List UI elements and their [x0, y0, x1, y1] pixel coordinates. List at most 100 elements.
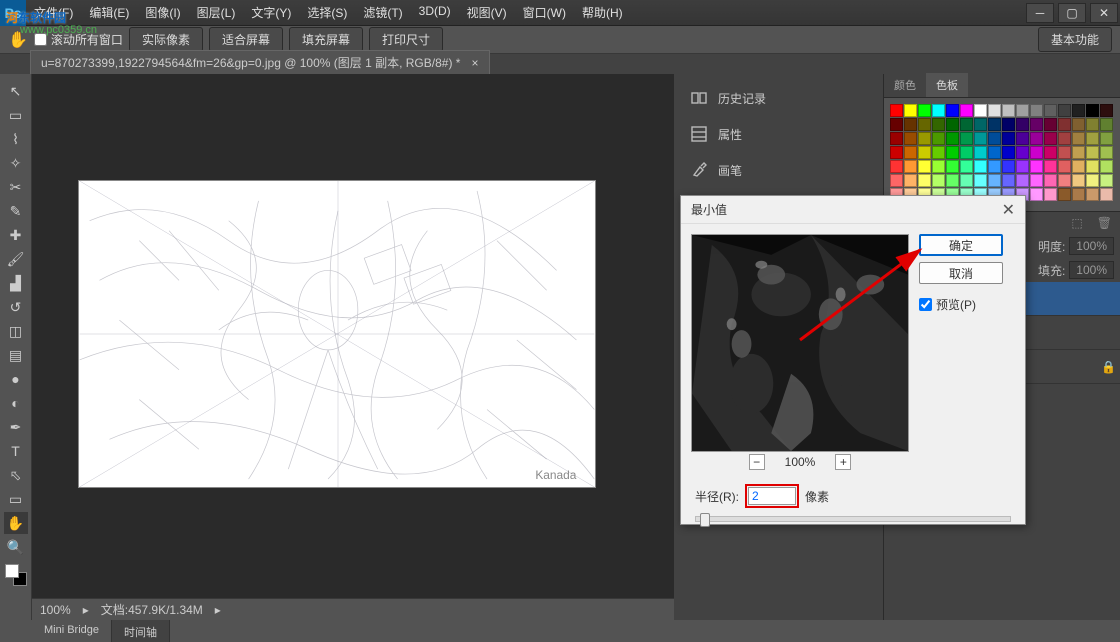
menu-image[interactable]: 图像(I) — [137, 0, 188, 26]
maximize-button[interactable]: ▢ — [1058, 3, 1086, 23]
swatch[interactable] — [1044, 132, 1057, 145]
document-canvas[interactable]: Kanada — [78, 180, 596, 488]
swatch[interactable] — [918, 174, 931, 187]
swatch[interactable] — [960, 104, 973, 117]
swatch[interactable] — [890, 174, 903, 187]
swatch[interactable] — [1058, 174, 1071, 187]
swatch[interactable] — [946, 160, 959, 173]
swatch[interactable] — [1044, 188, 1057, 201]
fill-value[interactable]: 100% — [1069, 261, 1114, 279]
swatch[interactable] — [1030, 104, 1043, 117]
swatch[interactable] — [1044, 104, 1057, 117]
swatch[interactable] — [1058, 188, 1071, 201]
swatch[interactable] — [918, 160, 931, 173]
swatch[interactable] — [932, 118, 945, 131]
swatch[interactable] — [974, 174, 987, 187]
swatch[interactable] — [1030, 188, 1043, 201]
swatch[interactable] — [1072, 146, 1085, 159]
swatch[interactable] — [988, 160, 1001, 173]
zoom-out-button[interactable]: − — [749, 454, 765, 470]
swatch[interactable] — [1030, 174, 1043, 187]
preview-checkbox[interactable]: 预览(P) — [919, 296, 1003, 313]
swatch[interactable] — [904, 104, 917, 117]
swatch[interactable] — [1072, 104, 1085, 117]
swatch[interactable] — [932, 104, 945, 117]
shape-tool[interactable]: ▭ — [4, 488, 28, 510]
swatch[interactable] — [1002, 118, 1015, 131]
swatch[interactable] — [946, 146, 959, 159]
swatch[interactable] — [904, 160, 917, 173]
history-brush-tool[interactable]: ↺ — [4, 296, 28, 318]
tab-timeline[interactable]: 时间轴 — [112, 620, 170, 642]
canvas-area[interactable]: Kanada 100% ▸ 文档:457.9K/1.34M ▸ — [32, 74, 674, 620]
close-button[interactable]: ✕ — [1090, 3, 1118, 23]
swatch[interactable] — [1030, 132, 1043, 145]
menu-window[interactable]: 窗口(W) — [515, 0, 574, 26]
swatch[interactable] — [1016, 146, 1029, 159]
swatch[interactable] — [1072, 132, 1085, 145]
marquee-tool[interactable]: ▭ — [4, 104, 28, 126]
filter-preview[interactable] — [691, 234, 909, 452]
swatch[interactable] — [1072, 118, 1085, 131]
swatch[interactable] — [932, 146, 945, 159]
hand-tool[interactable]: ✋ — [4, 512, 28, 534]
print-size-button[interactable]: 打印尺寸 — [369, 27, 443, 52]
swatch[interactable] — [960, 132, 973, 145]
swatch[interactable] — [960, 146, 973, 159]
swatch[interactable] — [974, 104, 987, 117]
tab-mini-bridge[interactable]: Mini Bridge — [32, 620, 112, 642]
radius-input[interactable] — [748, 487, 796, 505]
minimize-button[interactable]: ─ — [1026, 3, 1054, 23]
expand-icon[interactable]: ▸ — [83, 603, 89, 617]
menu-edit[interactable]: 编辑(E) — [81, 0, 137, 26]
swatch[interactable] — [1058, 132, 1071, 145]
swatch[interactable] — [1016, 132, 1029, 145]
swatch[interactable] — [974, 160, 987, 173]
swatch[interactable] — [1086, 146, 1099, 159]
swatch[interactable] — [904, 118, 917, 131]
swatch[interactable] — [904, 146, 917, 159]
trash-icon[interactable]: 🗑 — [1097, 216, 1112, 230]
color-swatch[interactable] — [5, 564, 27, 586]
swatch[interactable] — [1016, 104, 1029, 117]
zoom-tool[interactable]: 🔍 — [4, 536, 28, 558]
swatch[interactable] — [1030, 118, 1043, 131]
close-icon[interactable]: × — [472, 56, 479, 70]
swatch[interactable] — [960, 174, 973, 187]
swatch[interactable] — [988, 118, 1001, 131]
swatch[interactable] — [946, 118, 959, 131]
dialog-titlebar[interactable]: 最小值 ✕ — [681, 196, 1025, 224]
swatch[interactable] — [1086, 104, 1099, 117]
blur-tool[interactable]: ● — [4, 368, 28, 390]
crop-tool[interactable]: ✂ — [4, 176, 28, 198]
menu-select[interactable]: 选择(S) — [299, 0, 355, 26]
swatch[interactable] — [946, 174, 959, 187]
swatch[interactable] — [1002, 174, 1015, 187]
swatch[interactable] — [890, 118, 903, 131]
swatch[interactable] — [890, 132, 903, 145]
swatch[interactable] — [1058, 160, 1071, 173]
swatch[interactable] — [974, 146, 987, 159]
swatch[interactable] — [1016, 160, 1029, 173]
menu-layer[interactable]: 图层(L) — [189, 0, 244, 26]
swatch[interactable] — [1002, 146, 1015, 159]
radius-slider[interactable] — [695, 516, 1011, 522]
swatch[interactable] — [1072, 174, 1085, 187]
close-icon[interactable]: ✕ — [1002, 200, 1015, 220]
fg-color-swatch[interactable] — [5, 564, 19, 578]
swatch[interactable] — [890, 104, 903, 117]
menu-filter[interactable]: 滤镜(T) — [355, 0, 410, 26]
swatch[interactable] — [1002, 160, 1015, 173]
swatch[interactable] — [1030, 146, 1043, 159]
document-tab[interactable]: u=870273399,1922794564&fm=26&gp=0.jpg @ … — [30, 50, 490, 74]
swatch[interactable] — [1044, 160, 1057, 173]
swatch[interactable] — [1072, 188, 1085, 201]
swatch[interactable] — [988, 146, 1001, 159]
swatch[interactable] — [890, 146, 903, 159]
slider-thumb[interactable] — [700, 513, 710, 527]
swatch[interactable] — [946, 104, 959, 117]
swatch[interactable] — [988, 104, 1001, 117]
swatch[interactable] — [918, 104, 931, 117]
lasso-tool[interactable]: ⌇ — [4, 128, 28, 150]
swatch[interactable] — [1100, 118, 1113, 131]
